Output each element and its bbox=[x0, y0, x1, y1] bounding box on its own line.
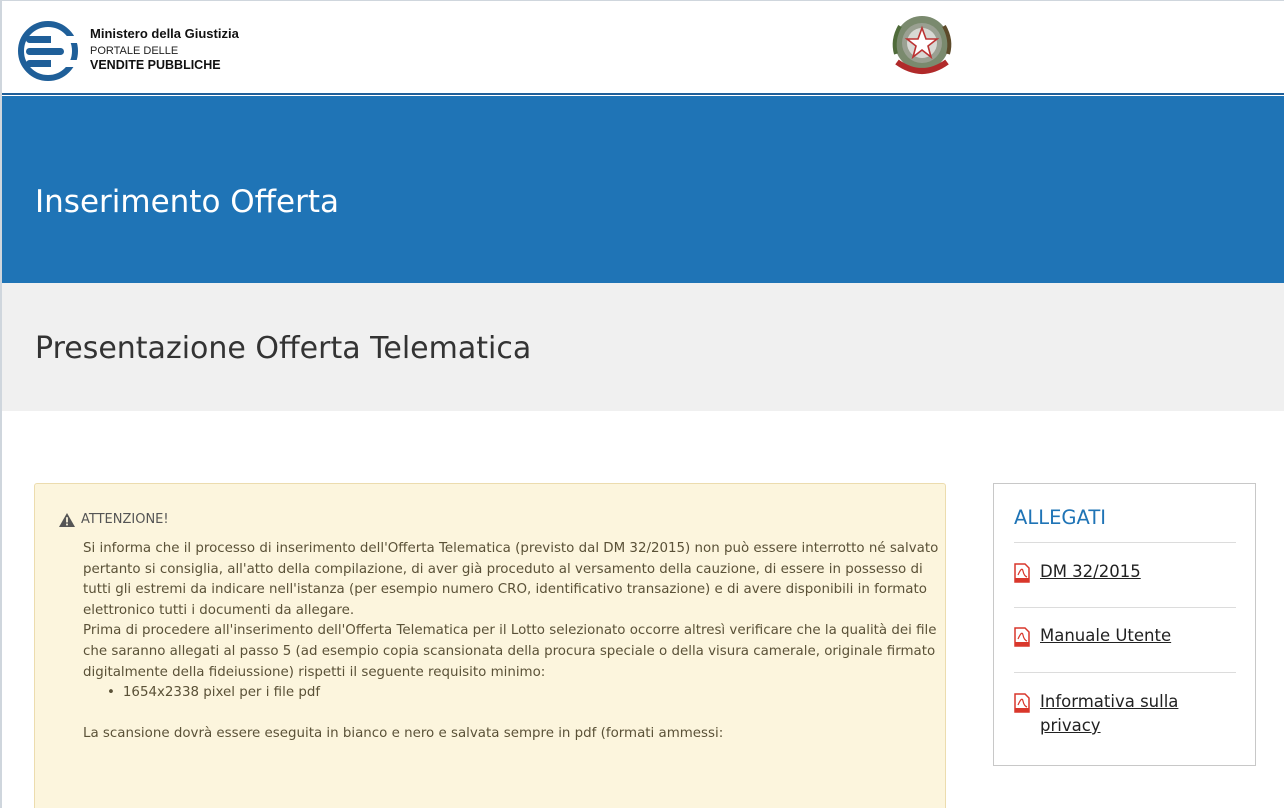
warning-paragraph-2: Prima di procedere all'inserimento dell'… bbox=[83, 623, 937, 680]
warning-body: Si informa che il processo di inseriment… bbox=[83, 539, 943, 744]
warning-heading-text: ATTENZIONE! bbox=[81, 512, 169, 527]
portal-label: PORTALE DELLE bbox=[90, 44, 179, 57]
site-header: Ministero della Giustizia PORTALE DELLE … bbox=[2, 1, 1284, 95]
attachment-link[interactable]: Informativa sulla privacy bbox=[1040, 690, 1194, 738]
section-title: Presentazione Offerta Telematica bbox=[35, 331, 532, 366]
warning-paragraph-1: Si informa che il processo di inseriment… bbox=[83, 541, 939, 618]
page-title: Inserimento Offerta bbox=[35, 184, 339, 220]
attachment-link[interactable]: DM 32/2015 bbox=[1040, 560, 1141, 584]
attachment-manuale-utente[interactable]: Manuale Utente bbox=[1014, 624, 1171, 648]
brand-text[interactable]: Ministero della Giustizia PORTALE DELLE … bbox=[90, 26, 239, 72]
pdf-icon bbox=[1014, 563, 1030, 583]
pdf-icon bbox=[1014, 693, 1030, 713]
divider bbox=[1014, 672, 1236, 673]
divider bbox=[1014, 542, 1236, 543]
divider bbox=[1014, 607, 1236, 608]
attachment-informativa-privacy[interactable]: Informativa sulla privacy bbox=[1014, 690, 1194, 738]
page-banner: Inserimento Offerta bbox=[2, 96, 1284, 283]
attachments-title: ALLEGATI bbox=[1014, 506, 1106, 529]
portal-name: VENDITE PUBBLICHE bbox=[90, 57, 221, 72]
warning-paragraph-3: La scansione dovrà essere eseguita in bi… bbox=[83, 725, 724, 741]
warning-alert: ATTENZIONE! Si informa che il processo d… bbox=[34, 483, 946, 808]
attachment-dm-32-2015[interactable]: DM 32/2015 bbox=[1014, 560, 1141, 584]
warning-heading: ATTENZIONE! bbox=[59, 512, 169, 527]
pvp-logo-icon[interactable] bbox=[18, 21, 78, 81]
warning-icon bbox=[59, 512, 75, 527]
pdf-icon bbox=[1014, 627, 1030, 647]
italian-republic-emblem-icon bbox=[892, 16, 952, 74]
list-item: 1654x2338 pixel per i file pdf bbox=[107, 683, 943, 704]
section-header: Presentazione Offerta Telematica bbox=[2, 283, 1284, 411]
requirements-list: 1654x2338 pixel per i file pdf bbox=[107, 683, 943, 704]
ministry-name: Ministero della Giustizia bbox=[90, 26, 239, 41]
attachment-link[interactable]: Manuale Utente bbox=[1040, 624, 1171, 648]
attachments-panel: ALLEGATI DM 32/2015 Manuale Utente Infor… bbox=[993, 483, 1256, 766]
